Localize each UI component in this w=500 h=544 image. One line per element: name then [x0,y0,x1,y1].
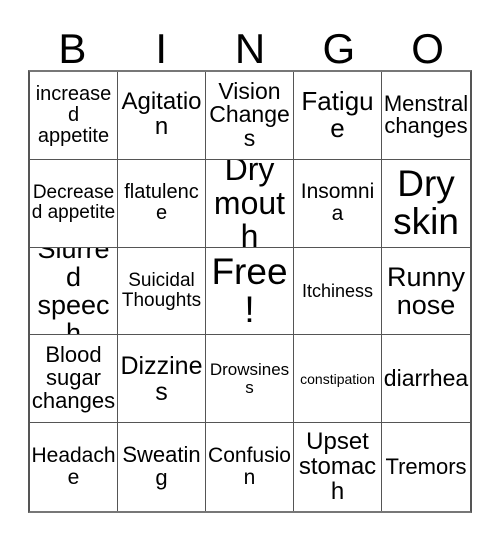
bingo-cell-label: Upset stomach [298,427,377,505]
bingo-cell[interactable]: Suicidal Thoughts [118,247,206,336]
bingo-cell[interactable]: Dizzines [118,335,206,424]
bingo-cell[interactable]: Dry mouth [206,159,294,248]
bingo-cell-label: constipation [300,370,375,387]
bingo-header-letter-n: N [234,25,266,72]
bingo-cell-label: Runny nose [386,261,466,320]
bingo-cell-label: Blood sugar changes [31,342,116,414]
bingo-cell-label: Dry skin [393,162,459,243]
bingo-cell[interactable]: Upset stomach [294,423,382,511]
bingo-cell-label: Slurred speech [37,247,110,336]
bingo-cell[interactable]: Headache [30,423,118,511]
bingo-cell-label: Suicidal Thoughts [121,270,202,311]
bingo-grid: increased appetite Agitation Vision Chan… [28,70,472,513]
bingo-cell-label: Vision Changes [209,77,290,152]
bingo-cell[interactable]: Itchiness [294,247,382,336]
bingo-cell-label: Confusion [208,444,291,490]
bingo-cell[interactable]: Vision Changes [206,72,294,160]
bingo-cell[interactable]: Blood sugar changes [30,335,118,424]
bingo-cell-label: Sweating [122,442,201,491]
bingo-cell-label: Drowsiness [209,360,290,397]
bingo-cell-label: Headache [31,444,116,490]
bingo-header-letter-i: I [155,25,168,72]
bingo-cell[interactable]: constipation [294,335,382,424]
bingo-cell[interactable]: Slurred speech [30,247,118,336]
bingo-header-letter-o: O [411,25,444,72]
bingo-header: B I N G O [28,18,472,70]
bingo-cell-label: Menstral changes [383,90,469,139]
bingo-cell[interactable]: Decreased appetite [30,159,118,248]
bingo-cell[interactable]: Tremors [382,423,470,511]
bingo-cell-label: flatulence [124,181,199,225]
bingo-cell[interactable]: Agitation [118,72,206,160]
bingo-cell-label: Itchiness [301,280,374,301]
bingo-cell[interactable]: Insomnia [294,159,382,248]
bingo-cell-label: Insomnia [300,180,375,226]
bingo-header-letter-g: G [322,25,356,72]
bingo-cell-label: increased appetite [35,83,112,147]
bingo-cell-label: Fatigue [301,86,374,144]
bingo-header-letter-b: B [58,25,87,72]
bingo-cell[interactable]: Runny nose [382,247,470,336]
bingo-cell-label: Tremors [385,453,467,479]
bingo-cell[interactable]: Sweating [118,423,206,511]
bingo-cell[interactable]: flatulence [118,159,206,248]
bingo-cell-label: Dizzines [120,351,203,406]
bingo-cell[interactable]: diarrhea [382,335,470,424]
bingo-cell-label: Agitation [121,88,202,141]
bingo-cell[interactable]: Menstral changes [382,72,470,160]
bingo-cell[interactable]: Drowsiness [206,335,294,424]
bingo-cell-label: Free! [211,250,288,330]
bingo-cell-label: Decreased appetite [31,182,116,224]
bingo-cell[interactable]: Fatigue [294,72,382,160]
bingo-cell-free-space[interactable]: Free! [206,247,294,336]
bingo-cell-label: Dry mouth [213,159,286,248]
bingo-cell-label: diarrhea [383,364,469,391]
bingo-cell[interactable]: increased appetite [30,72,118,160]
bingo-cell[interactable]: Dry skin [382,159,470,248]
bingo-cell[interactable]: Confusion [206,423,294,511]
bingo-card: B I N G O increased appetite Agitation V… [0,0,500,544]
